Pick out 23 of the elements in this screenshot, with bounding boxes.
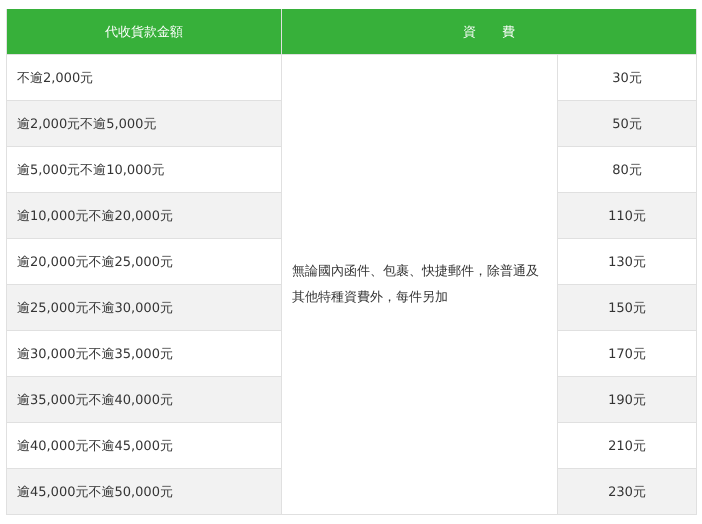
table-cell: 逾2,000元不逾5,000元 bbox=[6, 100, 282, 146]
table-cell: 逾30,000元不逾35,000元 bbox=[6, 330, 282, 376]
table-cell: 逾35,000元不逾40,000元 bbox=[6, 376, 282, 422]
table-cell: 30元 bbox=[558, 54, 696, 100]
table-cell: 190元 bbox=[558, 376, 696, 422]
table-cell: 逾10,000元不逾20,000元 bbox=[6, 192, 282, 238]
table-cell: 不逾2,000元 bbox=[6, 54, 282, 100]
table-cell: 130元 bbox=[558, 238, 696, 284]
table-cell: 170元 bbox=[558, 330, 696, 376]
table-cell: 逾45,000元不逾50,000元 bbox=[6, 468, 282, 514]
table-cell: 無論國內函件、包裹、快捷郵件，除普通及其他特種資費外，每件另加 bbox=[282, 54, 558, 514]
table-cell: 逾40,000元不逾45,000元 bbox=[6, 422, 282, 468]
table-cell: 150元 bbox=[558, 284, 696, 330]
column-header: 代收貨款金額 bbox=[6, 9, 282, 54]
table-cell: 逾20,000元不逾25,000元 bbox=[6, 238, 282, 284]
column-header: 資 費 bbox=[282, 9, 696, 54]
table-cell: 逾5,000元不逾10,000元 bbox=[6, 146, 282, 192]
table-cell: 230元 bbox=[558, 468, 696, 514]
table-cell: 50元 bbox=[558, 100, 696, 146]
table-cell: 210元 bbox=[558, 422, 696, 468]
table-cell: 逾25,000元不逾30,000元 bbox=[6, 284, 282, 330]
table-cell: 80元 bbox=[558, 146, 696, 192]
table-cell: 110元 bbox=[558, 192, 696, 238]
